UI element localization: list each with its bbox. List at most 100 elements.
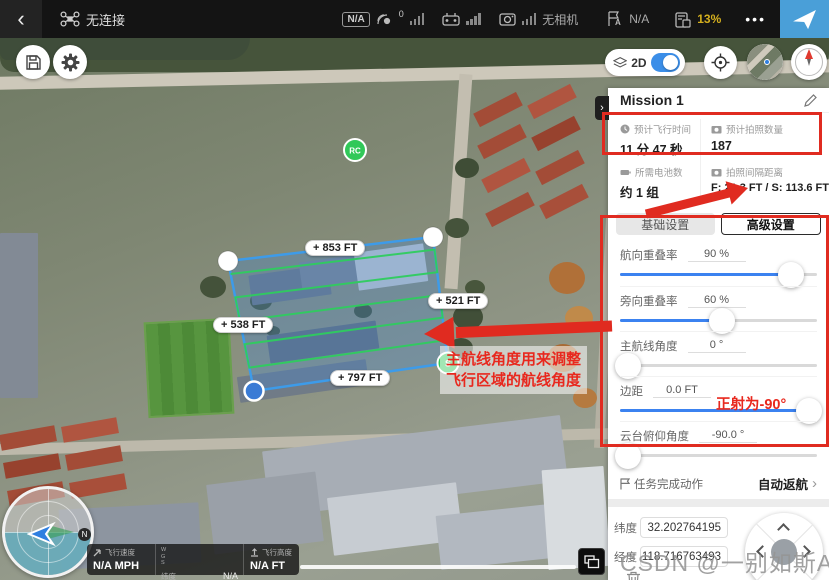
latitude-input[interactable]: 32.202764195 <box>640 517 728 538</box>
finish-action-row[interactable]: 任务完成动作 自动返航 › <box>608 466 829 499</box>
latitude-label: 纬度 <box>614 520 640 536</box>
settings-button[interactable] <box>53 45 87 79</box>
frontal-overlap-value[interactable]: 90 % <box>688 248 746 262</box>
mission-stats: 预计飞行时间 11 分 47 秒 预计拍照数量 187 所需电池数 约 1 组 <box>608 113 829 209</box>
slider-gimbal-pitch: 云台俯仰角度-90.0 ° <box>620 421 817 466</box>
slider-thumb[interactable] <box>778 262 804 288</box>
longitude-input[interactable]: 118.716763493 <box>640 546 728 567</box>
home-indicator[interactable] <box>300 565 576 569</box>
edit-pencil-icon[interactable] <box>804 94 817 107</box>
advanced-settings-sliders: 航向重叠率90 % 旁向重叠率60 % 主航线角度0 ° 边距0.0 FT 云台… <box>608 241 829 466</box>
crosshair-icon <box>711 53 730 72</box>
dpad-right-arrow[interactable] <box>798 545 811 558</box>
save-icon <box>25 54 42 71</box>
slider-thumb[interactable] <box>615 353 641 379</box>
connection-status: 无连接 <box>86 10 125 29</box>
edge-distance-label[interactable]: + 538 FT <box>213 317 273 333</box>
more-menu-button[interactable]: ••• <box>745 11 766 27</box>
slider-thumb[interactable] <box>796 398 822 424</box>
map-view-toggle[interactable]: 2D <box>605 49 685 76</box>
back-chevron-icon: ‹ <box>17 6 24 32</box>
flag-icon <box>620 478 630 490</box>
slider-route-angle: 主航线角度0 ° <box>620 331 817 376</box>
delete-waypoint-icon[interactable] <box>626 571 641 580</box>
svg-text:A: A <box>615 18 621 27</box>
back-button[interactable]: ‹ <box>0 0 42 38</box>
side-overlap-value[interactable]: 60 % <box>688 294 746 308</box>
slider-margin: 边距0.0 FT <box>620 376 817 421</box>
edge-distance-label[interactable]: + 797 FT <box>330 370 390 386</box>
2d-toggle-switch[interactable] <box>651 53 680 72</box>
map-trees <box>455 158 479 178</box>
mission-title: Mission 1 <box>620 92 804 108</box>
minimap-thumbnail <box>747 44 783 80</box>
rc-battery-icon <box>675 11 691 28</box>
speed-arrow-icon <box>93 548 102 557</box>
wgs-label: WGS <box>161 547 238 567</box>
gimbal-pitch-value[interactable]: -90.0 ° <box>699 429 757 443</box>
longitude-label: 经度 <box>614 549 640 565</box>
telemetry-lat-value: N/A <box>223 571 238 580</box>
flight-speed-block: 飞行速度 N/A MPH <box>87 544 155 575</box>
camera-status: 无相机 <box>542 11 578 28</box>
settings-tabs: 基础设置 高级设置 <box>608 209 829 241</box>
stat-photo-interval: 拍照间隔距离 F: 21.3 FT / S: 113.6 FT <box>700 162 829 205</box>
dpad-up-arrow[interactable] <box>777 523 790 536</box>
slider-thumb[interactable] <box>615 443 641 469</box>
save-mission-button[interactable] <box>16 45 50 79</box>
altitude-icon <box>250 548 259 557</box>
view-switch-icon <box>584 555 600 569</box>
panel-collapse-button[interactable]: › <box>595 96 609 120</box>
slider-frontal-overlap: 航向重叠率90 % <box>620 241 817 286</box>
flight-altitude-block: 飞行高度 N/A FT <box>243 544 299 575</box>
battery-icon <box>620 168 631 177</box>
takeoff-button[interactable] <box>780 0 829 38</box>
flight-mode-icon: A <box>606 11 623 27</box>
slider-track[interactable] <box>620 454 817 457</box>
slider-track[interactable] <box>620 319 817 322</box>
dpad-center[interactable] <box>771 539 797 565</box>
edge-distance-label[interactable]: + 521 FT <box>428 293 488 309</box>
margin-value[interactable]: 0.0 FT <box>653 384 711 398</box>
slider-track[interactable] <box>620 409 817 412</box>
gear-icon <box>61 53 80 72</box>
slider-track[interactable] <box>620 273 817 276</box>
slider-track[interactable] <box>620 364 817 367</box>
route-angle-value[interactable]: 0 ° <box>688 339 746 353</box>
stat-battery-count: 所需电池数 约 1 组 <box>608 162 700 205</box>
stat-photo-count: 预计拍照数量 187 <box>700 119 829 162</box>
camera-icon <box>499 12 516 26</box>
drone-icon <box>60 11 80 27</box>
gps-signal-bars <box>410 13 425 25</box>
map-mode-switch-button[interactable] <box>578 548 605 575</box>
locate-button[interactable] <box>704 46 737 79</box>
dpad-left-arrow[interactable] <box>756 545 769 558</box>
camera-icon <box>711 168 722 177</box>
slider-thumb[interactable] <box>709 308 735 334</box>
tab-advanced-settings[interactable]: 高级设置 <box>721 213 822 235</box>
remote-controller-icon <box>442 12 460 26</box>
tab-basic-settings[interactable]: 基础设置 <box>616 213 715 235</box>
flight-mode-value: N/A <box>629 12 649 26</box>
satellite-count: 0 <box>399 9 404 19</box>
mission-settings-panel: › Mission 1 预计飞行时间 11 分 47 秒 预计拍照数量 187 <box>608 88 829 580</box>
satellite-icon <box>376 12 393 27</box>
slider-side-overlap: 旁向重叠率60 % <box>620 286 817 331</box>
map-building <box>0 233 38 398</box>
flight-speed-value: N/A MPH <box>93 560 149 572</box>
map-layers-icon <box>613 56 627 69</box>
edge-distance-label[interactable]: + 853 FT <box>305 240 365 256</box>
map-building <box>206 472 324 555</box>
geo-block: WGS 纬度N/A 经度N/A <box>155 544 243 575</box>
flight-altitude-value: N/A FT <box>250 560 293 572</box>
stat-flight-time: 预计飞行时间 11 分 47 秒 <box>608 119 700 162</box>
minimap-button[interactable] <box>747 44 783 80</box>
compass-north-badge: N <box>78 528 91 541</box>
chevron-right-icon: › <box>812 475 817 492</box>
battery-percent: 13% <box>697 12 721 26</box>
compass-north-needle <box>805 49 813 59</box>
map-building <box>354 243 429 290</box>
gps-na-badge: N/A <box>342 12 369 27</box>
map-compass-button[interactable] <box>791 44 827 80</box>
telemetry-bar: 飞行速度 N/A MPH WGS 纬度N/A 经度N/A 飞行高度 N/A FT <box>87 544 299 575</box>
